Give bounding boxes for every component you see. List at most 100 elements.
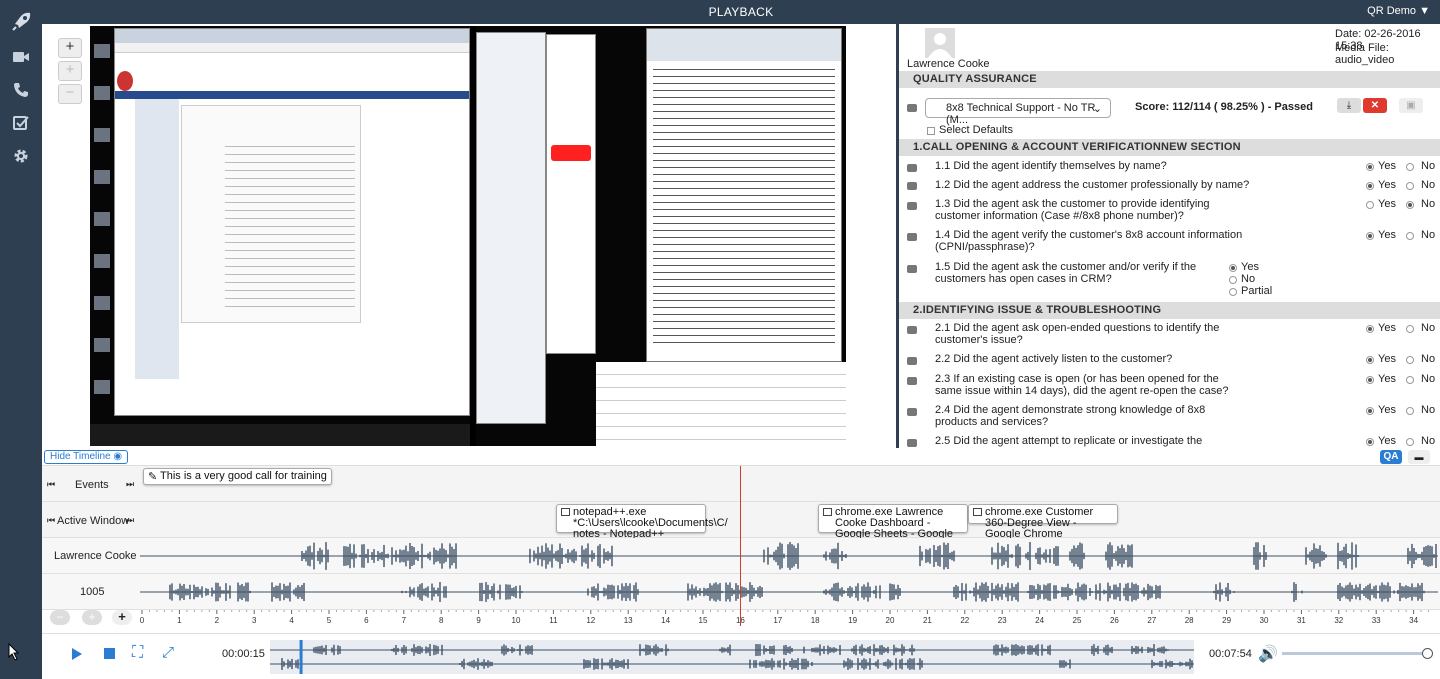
comment-icon[interactable] bbox=[907, 202, 917, 210]
ruler-label: 14 bbox=[661, 616, 670, 625]
zoom-out-button[interactable]: − bbox=[58, 84, 82, 104]
hide-timeline-button[interactable]: Hide Timeline ◉ bbox=[44, 450, 129, 464]
no-label: No bbox=[1421, 198, 1436, 210]
comment-icon[interactable] bbox=[907, 182, 917, 190]
comment-icon[interactable] bbox=[907, 326, 917, 334]
events-next-button[interactable]: ⏭ bbox=[126, 479, 134, 490]
answer-no-radio[interactable] bbox=[1406, 376, 1414, 384]
answer-yes-radio[interactable] bbox=[1366, 438, 1374, 446]
qa-tab[interactable]: QA bbox=[1380, 450, 1402, 464]
volume-icon[interactable]: 🔊 bbox=[1258, 644, 1278, 664]
answer-no-radio[interactable] bbox=[1406, 325, 1414, 333]
window-prev-button[interactable]: ⏮ bbox=[47, 515, 55, 526]
answer-yes-radio[interactable] bbox=[1366, 407, 1374, 415]
audio-waveforms[interactable] bbox=[140, 538, 1438, 610]
comment-icon[interactable] bbox=[907, 104, 917, 112]
ruler-label: 15 bbox=[699, 616, 708, 625]
timeline-zoom-in-button[interactable]: + bbox=[112, 610, 132, 625]
desktop-icons bbox=[94, 26, 110, 416]
zoom-fit-button[interactable]: + bbox=[58, 61, 82, 81]
answer-no-radio[interactable] bbox=[1229, 276, 1237, 284]
yes-label: Yes bbox=[1378, 179, 1396, 191]
answer-no-radio[interactable] bbox=[1406, 356, 1414, 364]
pencil-icon: ✎ bbox=[148, 471, 158, 483]
answer-no-radio[interactable] bbox=[1406, 407, 1414, 415]
answer-no-radio[interactable] bbox=[1406, 438, 1414, 446]
timeline-zoom-out-button[interactable]: − bbox=[50, 610, 70, 625]
download-button[interactable]: ⤓ bbox=[1337, 98, 1361, 113]
comment-icon[interactable] bbox=[907, 439, 917, 447]
partial-label: Partial bbox=[1241, 285, 1273, 297]
answer-yes-radio[interactable] bbox=[1366, 376, 1374, 384]
qa-form-select-value: 8x8 Technical Support - No TR (M... bbox=[946, 102, 1096, 126]
answer-no-radio[interactable] bbox=[1406, 201, 1414, 209]
comment-icon[interactable] bbox=[907, 233, 917, 241]
gear-icon[interactable] bbox=[0, 141, 42, 171]
play-button[interactable] bbox=[70, 646, 84, 665]
volume-knob[interactable] bbox=[1422, 648, 1433, 659]
ruler-label: 5 bbox=[327, 616, 332, 625]
stop-button[interactable] bbox=[104, 648, 115, 659]
answer-no-radio[interactable] bbox=[1406, 182, 1414, 190]
rocket-icon[interactable] bbox=[0, 4, 42, 40]
chat-window-thumbnail bbox=[476, 32, 546, 424]
expand-icon[interactable]: ⤢ bbox=[162, 645, 174, 661]
comment-icon[interactable] bbox=[907, 408, 917, 416]
comment-icon[interactable] bbox=[907, 377, 917, 385]
question-2-1: 2.1 Did the agent ask open-ended questio… bbox=[935, 322, 1220, 346]
comments-tab-icon[interactable]: ▬ bbox=[1408, 450, 1430, 464]
ruler-label: 33 bbox=[1372, 616, 1381, 625]
ruler-label: 13 bbox=[624, 616, 633, 625]
select-defaults-checkbox[interactable] bbox=[927, 127, 935, 135]
ruler-label: 8 bbox=[439, 616, 444, 625]
mini-waveform-scrubber[interactable] bbox=[270, 640, 1194, 674]
screen-recording-video[interactable] bbox=[90, 26, 846, 446]
zoom-in-button[interactable]: + bbox=[58, 38, 82, 58]
events-prev-button[interactable]: ⏮ bbox=[47, 479, 55, 490]
active-window-card-customer360[interactable]: chrome.exe Customer 360-Degree View - Go… bbox=[968, 504, 1118, 540]
timeline-zoom-fit-button[interactable]: + bbox=[82, 610, 102, 625]
answer-yes-radio[interactable] bbox=[1366, 232, 1374, 240]
event-note-card[interactable]: ✎ This is a very good call for training bbox=[143, 468, 332, 485]
active-window-card-sheets[interactable]: chrome.exe Lawrence Cooke Dashboard - Go… bbox=[818, 504, 968, 551]
ruler-label: 17 bbox=[773, 616, 782, 625]
yes-label: Yes bbox=[1378, 229, 1396, 241]
ruler-label: 2 bbox=[215, 616, 220, 625]
save-button[interactable]: ▣ bbox=[1399, 98, 1423, 113]
ruler-label: 29 bbox=[1222, 616, 1231, 625]
comment-icon[interactable] bbox=[907, 357, 917, 365]
no-label: No bbox=[1241, 273, 1256, 285]
fullscreen-icon[interactable]: ⛶ bbox=[132, 645, 143, 661]
yes-label: Yes bbox=[1378, 198, 1396, 210]
current-time: 00:00:15 bbox=[222, 648, 265, 660]
answer-yes-radio[interactable] bbox=[1366, 163, 1374, 171]
delete-button[interactable]: ✕ bbox=[1363, 98, 1387, 113]
answer-partial-radio[interactable] bbox=[1229, 288, 1237, 296]
answer-no-radio[interactable] bbox=[1406, 163, 1414, 171]
window-next-button[interactable]: ⏭ bbox=[126, 515, 134, 526]
comment-icon[interactable] bbox=[907, 164, 917, 172]
yes-label: Yes bbox=[1378, 373, 1396, 385]
page-title: PLAYBACK bbox=[708, 5, 774, 19]
qa-form-select[interactable]: 8x8 Technical Support - No TR (M... ⌄ bbox=[925, 98, 1111, 126]
checklist-icon[interactable] bbox=[0, 108, 42, 138]
volume-slider[interactable] bbox=[1282, 648, 1433, 659]
comment-icon[interactable] bbox=[907, 265, 917, 273]
timeline-playhead[interactable] bbox=[740, 466, 742, 626]
answer-yes-radio[interactable] bbox=[1229, 264, 1237, 272]
question-1-2: 1.2 Did the agent address the customer p… bbox=[935, 179, 1250, 191]
active-window-card-notepad[interactable]: notepad++.exe *C:\Users\lcooke\Documents… bbox=[556, 504, 728, 540]
answer-no-radio[interactable] bbox=[1406, 232, 1414, 240]
timeline-ruler[interactable]: 0123456789101112131415161718192021222324… bbox=[140, 610, 1438, 630]
answer-yes-radio[interactable] bbox=[1366, 182, 1374, 190]
user-menu[interactable]: QR Demo ▼ bbox=[1367, 5, 1430, 17]
agent-name: Lawrence Cooke bbox=[907, 58, 990, 70]
answer-yes-radio[interactable] bbox=[1366, 201, 1374, 209]
answer-yes-radio[interactable] bbox=[1366, 356, 1374, 364]
video-icon[interactable] bbox=[0, 42, 42, 72]
phone-icon[interactable] bbox=[0, 75, 42, 105]
notepad-window-thumbnail bbox=[646, 28, 842, 362]
avatar bbox=[925, 28, 955, 58]
scrubber-background bbox=[270, 640, 1194, 674]
answer-yes-radio[interactable] bbox=[1366, 325, 1374, 333]
